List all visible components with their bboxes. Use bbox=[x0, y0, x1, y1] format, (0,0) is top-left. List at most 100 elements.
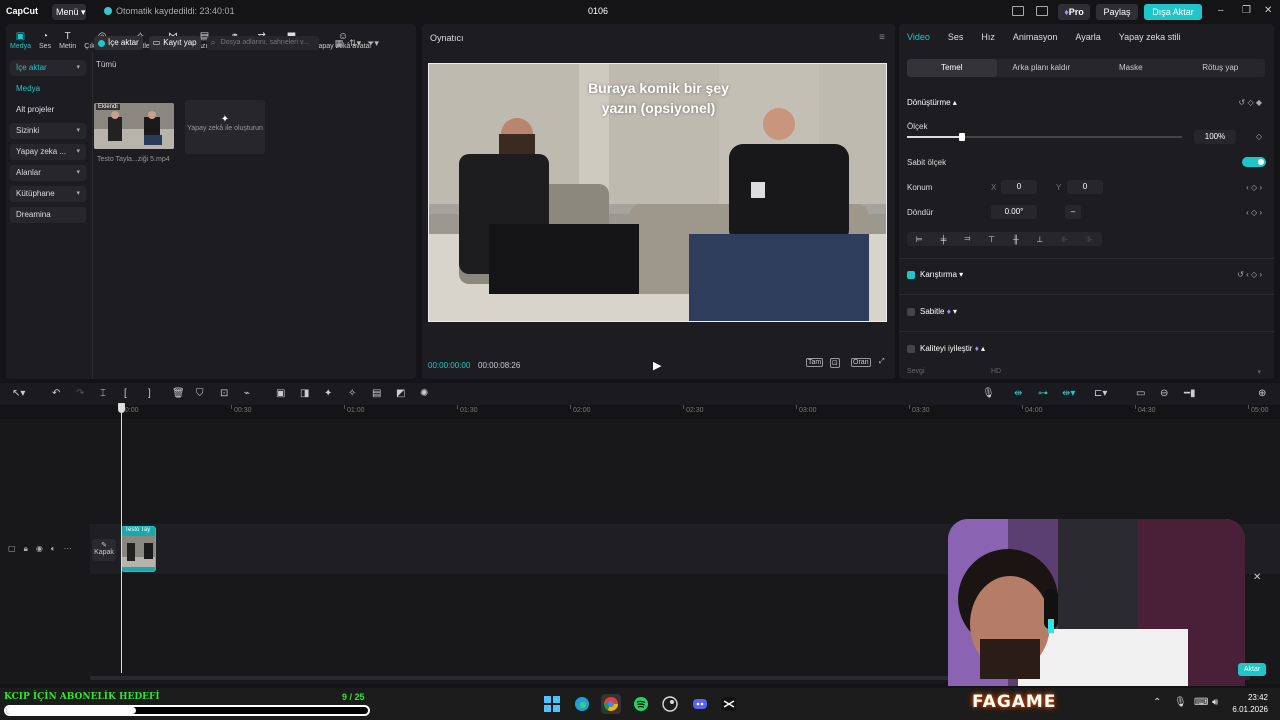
zoom-in-icon[interactable]: ⊕ bbox=[1258, 388, 1266, 399]
side-item-import[interactable]: İçe aktar ▾ bbox=[10, 60, 86, 76]
microphone-icon[interactable]: 🎙 bbox=[1174, 697, 1187, 708]
align-left-icon[interactable]: ⊨ bbox=[916, 235, 923, 244]
quality-select[interactable]: HD ▾ bbox=[991, 368, 1261, 376]
zoom-slider[interactable]: ━▮ bbox=[1184, 388, 1196, 399]
track-select-icon[interactable]: ▢ bbox=[8, 544, 16, 554]
side-item-yours[interactable]: Sizinki ▾ bbox=[10, 123, 86, 139]
inspector-tab[interactable]: Ayarla bbox=[1075, 32, 1100, 42]
spotify-icon[interactable] bbox=[631, 694, 651, 714]
inspector-sub-tab[interactable]: Maske bbox=[1086, 59, 1176, 77]
keyframe-icon[interactable]: ◇ bbox=[1256, 132, 1262, 141]
split-icon[interactable]: ⌶ bbox=[100, 388, 106, 399]
enhance-checkbox[interactable] bbox=[907, 345, 915, 353]
inspector-tab[interactable]: Hız bbox=[981, 32, 995, 42]
align-middle-icon[interactable]: ╫ bbox=[1013, 235, 1019, 244]
delete-icon[interactable]: 🗑 bbox=[172, 388, 185, 399]
fullscreen-icon[interactable]: ⤢ bbox=[878, 358, 886, 366]
windows-start-icon[interactable] bbox=[542, 694, 562, 714]
uniform-scale-toggle[interactable] bbox=[1242, 157, 1266, 167]
record-button[interactable]: ▭ Kayıt yap bbox=[148, 36, 201, 50]
select-tool-icon[interactable]: ↖▾ bbox=[12, 388, 25, 399]
align-right-icon[interactable]: ⫤ bbox=[964, 234, 970, 244]
zoom-out-icon[interactable]: ⊖ bbox=[1160, 388, 1168, 399]
align-bottom-icon[interactable]: ⊥ bbox=[1036, 235, 1043, 244]
maximize-icon[interactable]: ❐ bbox=[1242, 5, 1251, 16]
inspector-tab[interactable]: Ses bbox=[948, 32, 964, 42]
tab-text[interactable]: T Metin bbox=[55, 24, 80, 50]
filter-icon[interactable]: ⏷▾ bbox=[367, 38, 379, 49]
side-item-ai[interactable]: Yapay zeka ... ▾ bbox=[10, 144, 86, 160]
inspector-tab[interactable]: Video bbox=[907, 32, 930, 42]
clock[interactable]: 23:42 6.01.2026 bbox=[1232, 692, 1268, 716]
tray-chevron-icon[interactable]: ⌃ bbox=[1153, 697, 1161, 708]
menu-icon[interactable]: ≡ bbox=[879, 32, 885, 43]
network-icon[interactable]: ⌨ bbox=[1194, 697, 1208, 708]
crop-icon[interactable]: ⊡ bbox=[220, 388, 228, 399]
discord-icon[interactable] bbox=[690, 694, 710, 714]
playhead[interactable] bbox=[121, 403, 122, 673]
inspector-sub-tab[interactable]: Temel bbox=[907, 59, 997, 77]
filter-all[interactable]: Tümü bbox=[96, 60, 116, 69]
timeline-clip[interactable]: Testo Tay bbox=[121, 526, 156, 572]
inspector-tab[interactable]: Animasyon bbox=[1013, 32, 1058, 42]
sort-icon[interactable]: ⇅▾ bbox=[349, 38, 361, 49]
stabilize-section[interactable]: Sabitle ♦ ▾ bbox=[920, 307, 957, 316]
shield-icon[interactable]: ⛉ bbox=[196, 388, 204, 399]
magnet-icon[interactable]: ⊶ bbox=[1038, 388, 1048, 399]
rotate-input[interactable]: 0.00° bbox=[991, 205, 1037, 219]
image-icon[interactable]: ◩ bbox=[396, 388, 405, 399]
keyframe-icon[interactable]: ‹ ◇ › bbox=[1246, 208, 1262, 217]
tab-media[interactable]: ▣ Medya bbox=[6, 24, 35, 50]
media-thumbnail[interactable]: Eklendi bbox=[94, 103, 174, 149]
align-center-icon[interactable]: ╪ bbox=[941, 235, 947, 244]
blend-checkbox[interactable] bbox=[907, 271, 915, 279]
side-item-sub-projects[interactable]: Alt projeler bbox=[10, 102, 86, 118]
menu-button[interactable]: Menü ▾ bbox=[52, 4, 86, 20]
inspector-sub-tab[interactable]: Arka planı kaldır bbox=[997, 59, 1087, 77]
keyframe-icon[interactable]: ‹ ◇ › bbox=[1246, 183, 1262, 192]
mirror-icon[interactable]: ◨ bbox=[300, 388, 309, 399]
timeline-ruler[interactable]: 00:00 00:30 01:00 01:30 02:00 02:30 03:00 03:30… bbox=[118, 405, 1280, 419]
rotate-dial-icon[interactable]: – bbox=[1065, 205, 1081, 219]
caption-icon[interactable]: ▤ bbox=[372, 388, 381, 399]
capcut-icon[interactable] bbox=[719, 694, 739, 714]
share-button[interactable]: Paylaş bbox=[1096, 4, 1138, 20]
split-left-icon[interactable]: [ bbox=[124, 388, 127, 399]
edge-icon[interactable] bbox=[572, 694, 592, 714]
shortcuts-icon[interactable] bbox=[1036, 6, 1048, 16]
magic-icon[interactable]: ✦ bbox=[324, 388, 332, 399]
stabilize-checkbox[interactable] bbox=[907, 308, 915, 316]
volume-icon[interactable]: 🔈︎ bbox=[51, 544, 56, 554]
lock-icon[interactable]: 🔒︎ bbox=[24, 544, 28, 554]
search-input[interactable]: Dosya adlarını, sahneleri v... bbox=[206, 35, 319, 50]
microphone-icon[interactable]: 🎙 bbox=[982, 388, 995, 399]
export-tag[interactable]: Aktar bbox=[1238, 663, 1266, 676]
chrome-icon[interactable] bbox=[601, 694, 621, 714]
crop-icon[interactable]: ⊡ bbox=[830, 358, 840, 368]
ratio-button[interactable]: Oran bbox=[851, 358, 871, 367]
undo-icon[interactable]: ↶ bbox=[52, 388, 60, 399]
playhead-handle[interactable] bbox=[118, 403, 125, 413]
play-icon[interactable]: ▶ bbox=[653, 359, 661, 372]
import-button[interactable]: İçe aktar bbox=[94, 36, 143, 50]
grid-view-icon[interactable]: ▦ bbox=[335, 38, 344, 49]
scale-slider[interactable] bbox=[907, 133, 1182, 141]
export-button[interactable]: Dışa Aktar bbox=[1144, 4, 1202, 20]
align-top-icon[interactable]: ⊤ bbox=[988, 235, 995, 244]
enhance-section[interactable]: Kaliteyi iyileştir ♦ ▴ bbox=[920, 344, 985, 353]
tab-audio[interactable]: ◔ Ses bbox=[35, 24, 55, 50]
reset-icon[interactable]: ↺ ◇ ◆ bbox=[1239, 98, 1262, 107]
full-quality-button[interactable]: Tam bbox=[806, 358, 824, 367]
speed-icon[interactable]: ⌁ bbox=[244, 388, 250, 399]
pos-x-input[interactable]: 0 bbox=[1001, 180, 1037, 194]
side-item-dreamina[interactable]: Dreamina bbox=[10, 207, 86, 223]
pro-button[interactable]: ♦Pro bbox=[1058, 4, 1090, 20]
speaker-icon[interactable]: 🔊︎ bbox=[1212, 697, 1218, 708]
side-item-library[interactable]: Kütüphane ▾ bbox=[10, 186, 86, 202]
reset-icon[interactable]: ↺ ‹ ◇ › bbox=[1237, 270, 1262, 279]
effects-icon[interactable]: ✧ bbox=[348, 388, 356, 399]
transform-section[interactable]: Dönüştürme ▴ bbox=[907, 98, 957, 107]
steam-icon[interactable] bbox=[660, 694, 680, 714]
video-preview[interactable]: Buraya komik bir şey yazın (opsiyonel) bbox=[428, 63, 887, 322]
close-window-icon[interactable]: ✕ bbox=[1264, 5, 1272, 16]
